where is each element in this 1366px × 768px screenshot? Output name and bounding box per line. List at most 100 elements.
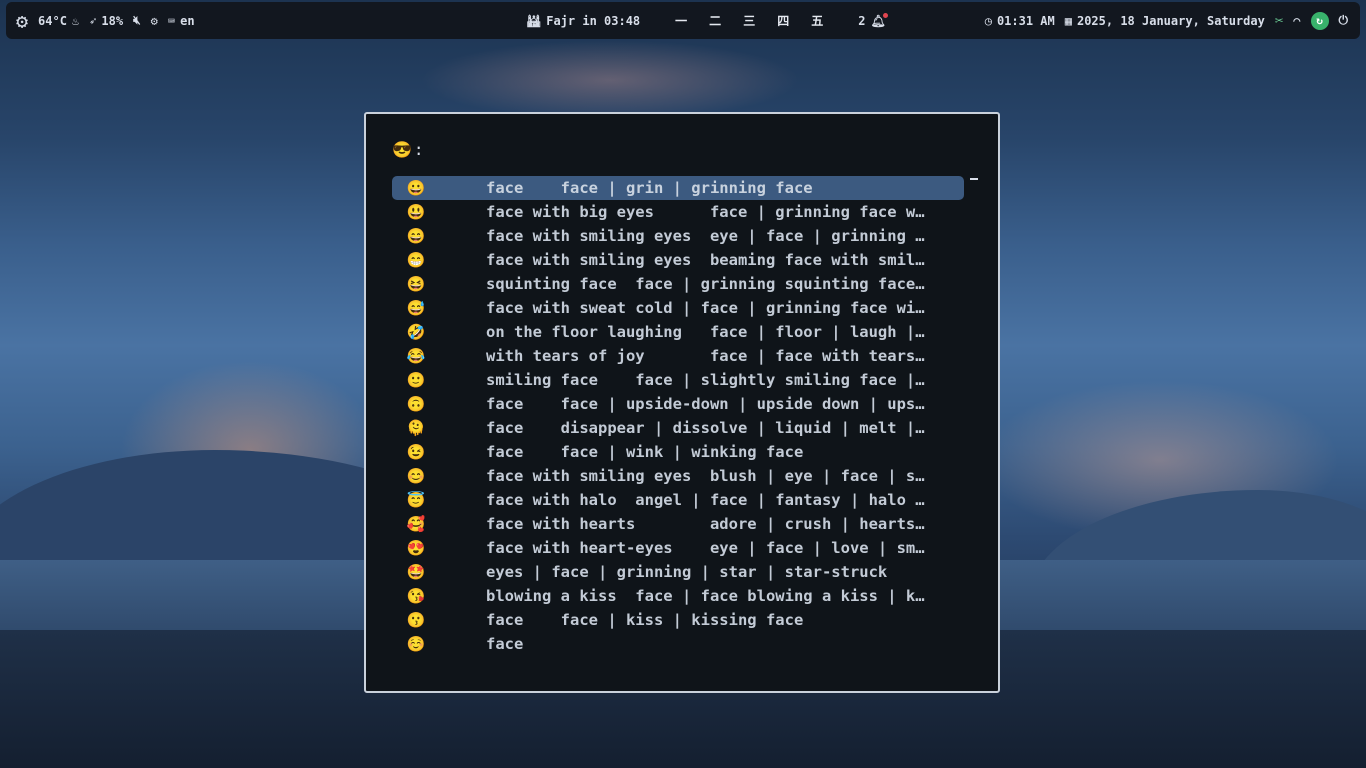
top-bar-right: ◷ 01:31 AM ▦ 2025, 18 January, Saturday … — [985, 2, 1348, 39]
top-bar-center: 🕌︎ Fajr in 03:48 一 二 三 四 五 2 🔔︎ — [526, 2, 888, 39]
prayer-time-widget[interactable]: 🕌︎ Fajr in 03:48 — [526, 14, 640, 28]
list-item[interactable]: 😆 squinting face face | grinning squintin… — [392, 272, 964, 296]
workspace-4[interactable]: 四 — [772, 12, 794, 29]
top-bar: ⚙ 64°C ♨ ➶ 18% 🔇︎ ⚙ ⌨ en 🕌︎ Fajr in 03:4… — [6, 2, 1360, 39]
emoji-description: blowing a kiss face | face blowing a kis… — [486, 587, 925, 605]
update-icon[interactable]: ↻ — [1310, 11, 1329, 30]
scissors-icon[interactable]: ✂ — [1275, 13, 1283, 29]
emoji-description: squinting face face | grinning squinting… — [486, 275, 925, 293]
notifications-widget[interactable]: 2 🔔︎ — [858, 12, 888, 28]
workspace-2[interactable]: 二 — [704, 12, 726, 29]
emoji-description: face with smiling eyes beaming face with… — [486, 251, 925, 269]
emoji-glyph: ☺️ — [406, 635, 426, 653]
emoji-glyph: 🫠 — [406, 419, 426, 437]
list-item[interactable]: 😍 face with heart-eyes eye | face | love … — [392, 536, 964, 560]
prayer-time-label: Fajr in 03:48 — [546, 13, 641, 28]
emoji-glyph: 🤣 — [406, 323, 426, 341]
gear-icon[interactable]: ⚙ — [16, 9, 28, 33]
clock-icon: ◷ — [984, 13, 992, 28]
list-item[interactable]: 🤣 on the floor laughing face | floor | la… — [392, 320, 964, 344]
emoji-glyph: 😉 — [406, 443, 426, 461]
emoji-glyph: 😂 — [406, 347, 426, 365]
bell-icon: 🔔︎ — [870, 12, 888, 28]
workspace-3[interactable]: 三 — [738, 12, 760, 29]
emoji-glyph: 😇 — [406, 491, 426, 509]
emoji-description: face face | upside-down | upside down | … — [486, 395, 925, 413]
emoji-description: face with smiling eyes eye | face | grin… — [486, 227, 925, 245]
emoji-glyph: 🤩 — [406, 563, 426, 581]
prompt-emoji: 😎 — [392, 140, 412, 159]
power-icon[interactable]: ⏻ — [1339, 13, 1349, 28]
clock-time: 01:31 AM — [996, 13, 1055, 28]
mute-icon[interactable]: 🔇︎ — [133, 13, 141, 28]
list-item[interactable]: 😁 face with smiling eyes beaming face wit… — [392, 248, 964, 272]
mosque-icon: 🕌︎ — [526, 13, 542, 28]
emoji-description: on the floor laughing face | floor | lau… — [486, 323, 925, 341]
scrollbar[interactable] — [970, 178, 978, 180]
list-item[interactable]: 😉 face face | wink | winking face — [392, 440, 964, 464]
emoji-glyph: 😗 — [406, 611, 426, 629]
list-item[interactable]: 🤩 eyes | face | grinning | star | star-st… — [392, 560, 964, 584]
brightness-value: 18% — [101, 13, 124, 28]
list-item[interactable]: 😄 face with smiling eyes eye | face | gri… — [392, 224, 964, 248]
emoji-description: face with smiling eyes blush | eye | fac… — [486, 467, 925, 485]
emoji-glyph: 😃 — [406, 203, 426, 221]
keyboard-layout[interactable]: ⌨ en — [168, 14, 195, 28]
hill — [1030, 490, 1366, 670]
emoji-description: face disappear | dissolve | liquid | mel… — [486, 419, 925, 437]
list-item[interactable]: 😂 with tears of joy face | face with tear… — [392, 344, 964, 368]
flame-icon: ♨ — [71, 13, 80, 28]
emoji-description: with tears of joy face | face with tears… — [486, 347, 925, 365]
calendar-icon: ▦ — [1064, 13, 1072, 28]
emoji-description: face face | kiss | kissing face — [486, 611, 804, 629]
sky-glow — [420, 40, 800, 120]
workspace-5[interactable]: 五 — [806, 12, 828, 29]
clock-widget[interactable]: ◷ 01:31 AM — [985, 14, 1055, 28]
emoji-description: face with sweat cold | face | grinning f… — [486, 299, 925, 317]
cloud-glow — [980, 380, 1340, 540]
list-item[interactable]: 😘 blowing a kiss face | face blowing a ki… — [392, 584, 964, 608]
emoji-glyph: 🙂 — [406, 371, 426, 389]
temperature-widget[interactable]: 64°C ♨ — [38, 14, 79, 28]
emoji-description: face — [486, 635, 524, 653]
calendar-date: 2025, 18 January, Saturday — [1076, 13, 1265, 28]
emoji-description: face face | wink | winking face — [486, 443, 804, 461]
list-item[interactable]: 😅 face with sweat cold | face | grinning … — [392, 296, 964, 320]
search-prompt[interactable]: 😎 : — [392, 140, 424, 159]
emoji-glyph: 😀 — [406, 179, 426, 197]
top-bar-left: ⚙ 64°C ♨ ➶ 18% 🔇︎ ⚙ ⌨ en — [16, 2, 195, 39]
list-item[interactable]: 🥰 face with hearts adore | crush | hearts… — [392, 512, 964, 536]
list-item[interactable]: 🙃 face face | upside-down | upside down |… — [392, 392, 964, 416]
list-item[interactable]: 🙂 smiling face face | slightly smiling fa… — [392, 368, 964, 392]
list-item[interactable]: 😀 face face | grin | grinning face — [392, 176, 964, 200]
emoji-description: face face | grin | grinning face — [486, 179, 813, 197]
notification-dot — [882, 12, 888, 18]
emoji-glyph: 😆 — [406, 275, 426, 293]
emoji-description: face with heart-eyes eye | face | love |… — [486, 539, 925, 557]
calendar-widget[interactable]: ▦ 2025, 18 January, Saturday — [1065, 14, 1265, 28]
emoji-glyph: 😄 — [406, 227, 426, 245]
notification-count: 2 — [858, 13, 866, 28]
list-item[interactable]: 😇 face with halo angel | face | fantasy |… — [392, 488, 964, 512]
brightness-widget[interactable]: ➶ 18% — [89, 14, 123, 28]
emoji-glyph: 😊 — [406, 467, 426, 485]
cloud-glow — [120, 360, 380, 540]
list-item[interactable]: ☺️ face — [392, 632, 964, 656]
prompt-suffix: : — [413, 140, 424, 159]
list-item[interactable]: 😃 face with big eyes face | grinning face… — [392, 200, 964, 224]
emoji-picker-window: 😎 : 😀 face face | grin | grinning face 😃 fa… — [364, 112, 1000, 693]
emoji-glyph: 😍 — [406, 539, 426, 557]
emoji-glyph: 🥰 — [406, 515, 426, 533]
list-item[interactable]: 😊 face with smiling eyes blush | eye | fa… — [392, 464, 964, 488]
emoji-list: 😀 face face | grin | grinning face 😃 face w… — [392, 176, 964, 656]
workspace-1[interactable]: 一 — [670, 12, 692, 29]
emoji-description: face with hearts adore | crush | hearts… — [486, 515, 925, 533]
wifi-icon[interactable]: ◠ — [1293, 14, 1300, 28]
list-item[interactable]: 🫠 face disappear | dissolve | liquid | me… — [392, 416, 964, 440]
emoji-description: smiling face face | slightly smiling fac… — [486, 371, 925, 389]
keyboard-icon: ⌨ — [167, 13, 176, 28]
settings-icon[interactable]: ⚙ — [151, 14, 158, 28]
emoji-glyph: 😘 — [406, 587, 426, 605]
list-item[interactable]: 😗 face face | kiss | kissing face — [392, 608, 964, 632]
emoji-glyph: 😁 — [406, 251, 426, 269]
